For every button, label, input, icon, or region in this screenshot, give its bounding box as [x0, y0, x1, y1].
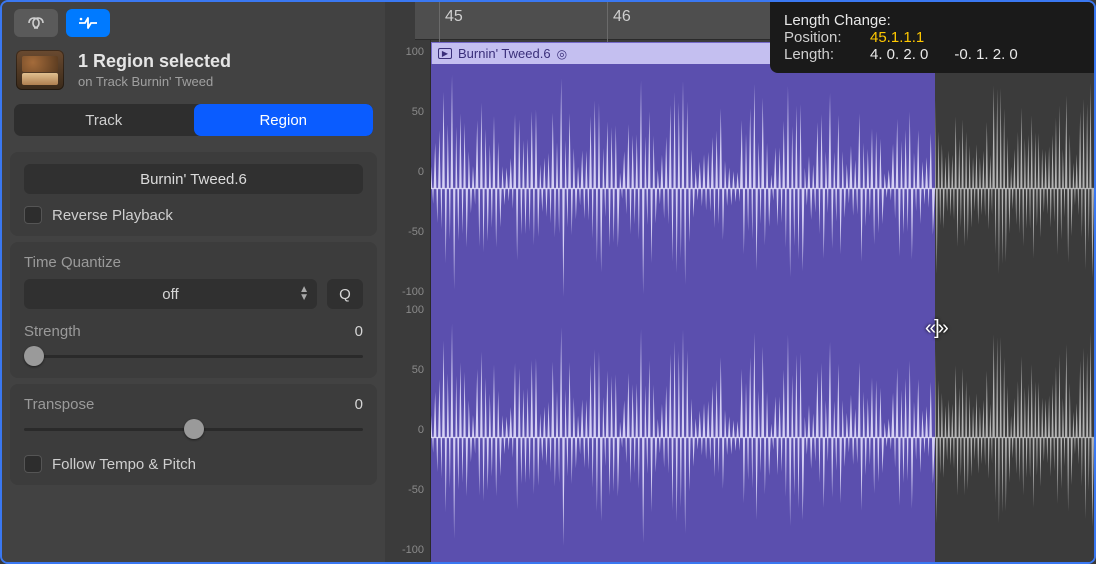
track-thumbnail [16, 50, 64, 90]
tooltip-delta-value: -0. 1. 2. 0 [954, 46, 1017, 63]
y-tick: 100 [406, 304, 424, 316]
selection-title: 1 Region selected [78, 51, 231, 72]
y-tick: 100 [406, 46, 424, 58]
strength-slider[interactable] [24, 346, 363, 366]
tooltip-length-value: 4. 0. 2. 0 [870, 46, 928, 63]
y-tick: -50 [408, 226, 424, 238]
region-clip-name: Burnin' Tweed.6 [458, 46, 551, 61]
strength-value: 0 [355, 323, 363, 340]
inspector-panel: 1 Region selected on Track Burnin' Tweed… [2, 2, 385, 562]
ruler-tick: 45 [445, 8, 463, 26]
follow-tempo-row[interactable]: Follow Tempo & Pitch [24, 455, 363, 473]
quantize-panel: Time Quantize off ▲▼ Q Strength 0 [10, 242, 377, 378]
ruler-tick: 46 [613, 8, 631, 26]
waveform-inactive-right [935, 313, 1094, 562]
y-tick: 50 [412, 364, 424, 376]
selected-region[interactable] [431, 64, 935, 562]
transpose-panel: Transpose 0 Follow Tempo & Pitch [10, 384, 377, 485]
reverse-playback-label: Reverse Playback [52, 207, 173, 224]
transpose-value: 0 [355, 396, 363, 413]
length-change-tooltip: Length Change: Position: 45.1.1.1 Length… [770, 2, 1094, 73]
catch-icon [77, 15, 99, 31]
transpose-slider[interactable] [24, 419, 363, 439]
region-name-field[interactable]: Burnin' Tweed.6 [24, 164, 363, 194]
quantize-value: off [162, 286, 178, 303]
play-icon: ▶ [438, 48, 452, 59]
follow-tempo-checkbox[interactable] [24, 455, 42, 473]
tab-region[interactable]: Region [194, 104, 374, 136]
reverse-playback-row[interactable]: Reverse Playback [24, 206, 363, 224]
y-tick: 50 [412, 106, 424, 118]
y-tick: -50 [408, 484, 424, 496]
follow-tempo-label: Follow Tempo & Pitch [52, 456, 196, 473]
strength-label: Strength [24, 323, 81, 340]
inspector-tab-switch: Track Region [14, 104, 373, 136]
inspector-toolbar [2, 2, 385, 44]
tooltip-position-label: Position: [784, 29, 866, 46]
selection-header: 1 Region selected on Track Burnin' Tweed [2, 44, 385, 104]
waveform-left [431, 64, 935, 313]
inactive-region [935, 64, 1094, 562]
tab-track[interactable]: Track [14, 104, 194, 136]
selection-subtitle: on Track Burnin' Tweed [78, 74, 231, 89]
amplitude-axis: 100 50 0 -50 -100 100 50 0 -50 -100 [385, 40, 431, 562]
y-tick: 0 [418, 166, 424, 178]
transpose-label: Transpose [24, 396, 94, 413]
quantize-apply-button[interactable]: Q [327, 279, 363, 309]
catch-playhead-button[interactable] [66, 9, 110, 37]
tooltip-title: Length Change: [784, 12, 1080, 29]
waveform-editor: 45 46 47 100 50 0 -50 -100 100 50 0 -50 … [385, 2, 1094, 562]
cycle-mode-button[interactable] [14, 9, 58, 37]
waveform-right [431, 313, 935, 562]
waveform-inactive-left [935, 64, 1094, 313]
y-tick: -100 [402, 286, 424, 298]
y-tick: 0 [418, 424, 424, 436]
y-tick: -100 [402, 544, 424, 556]
time-quantize-label: Time Quantize [24, 254, 363, 271]
tooltip-position-value: 45.1.1.1 [870, 29, 924, 46]
stereo-icon: ◎ [557, 47, 567, 61]
cycle-icon [23, 16, 49, 30]
tooltip-length-label: Length: [784, 46, 866, 63]
chevron-updown-icon: ▲▼ [299, 286, 309, 302]
region-name-panel: Burnin' Tweed.6 Reverse Playback [10, 152, 377, 236]
quantize-select[interactable]: off ▲▼ [24, 279, 317, 309]
reverse-playback-checkbox[interactable] [24, 206, 42, 224]
